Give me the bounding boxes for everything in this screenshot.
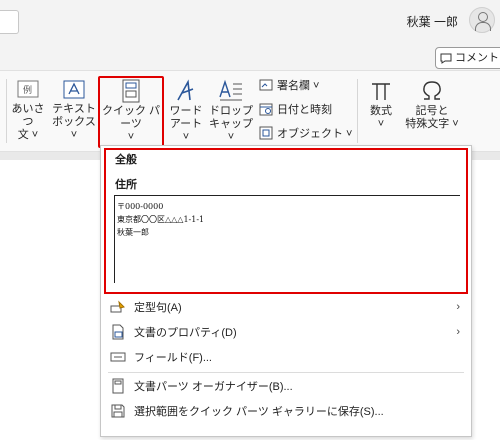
date-time-label: 日付と時刻 xyxy=(277,104,332,116)
search-box-edge[interactable] xyxy=(0,10,19,34)
ribbon-separator xyxy=(357,79,358,143)
symbol-button[interactable]: 記号と 特殊文字 ˅ xyxy=(402,79,462,131)
greeting-icon: 例 xyxy=(17,80,39,98)
equation-button[interactable]: 数式 ˅ xyxy=(364,79,398,131)
user-name[interactable]: 秋葉 一郎 xyxy=(407,13,458,30)
menu-separator xyxy=(108,372,464,373)
symbol-label-1: 記号と xyxy=(415,105,449,117)
field-icon xyxy=(110,352,126,362)
calendar-icon xyxy=(259,103,273,116)
preview-divider xyxy=(115,195,460,196)
equation-label-1: 数式 xyxy=(370,105,392,117)
menu-item-save-to-gallery[interactable]: 選択範囲をクイック パーツ ギャラリーに保存(S)... xyxy=(108,400,464,422)
menu-item-label: 定型句(A) xyxy=(134,302,182,314)
symbol-label-2: 特殊文字 ˅ xyxy=(405,118,459,130)
autotext-icon xyxy=(110,300,125,313)
textbox-icon xyxy=(63,80,85,99)
avatar[interactable] xyxy=(469,7,495,33)
greeting-label-1: あいさつ xyxy=(11,103,45,128)
document-property-icon xyxy=(112,324,124,340)
menu-item-autotext[interactable]: 定型句(A) › xyxy=(108,296,464,318)
quick-parts-highlight xyxy=(98,76,164,148)
comment-button[interactable]: コメント xyxy=(435,47,500,69)
menu-item-field[interactable]: フィールド(F)... xyxy=(108,346,464,368)
object-icon xyxy=(259,126,273,140)
signature-label: 署名欄 ˅ xyxy=(277,80,320,92)
textbox-label-2: ボックス ˅ xyxy=(52,116,96,141)
object-label: オブジェクト ˅ xyxy=(277,128,353,140)
menu-item-building-blocks[interactable]: 文書パーツ オーガナイザー(B)... xyxy=(108,375,464,397)
preview-line: 秋葉一郎 xyxy=(117,228,149,237)
chevron-right-icon: › xyxy=(456,326,460,338)
date-time-button[interactable]: 日付と時刻 xyxy=(259,101,332,117)
textbox-label-1: テキスト xyxy=(52,103,96,115)
drop-cap-label-2: キャップ ˅ xyxy=(209,118,253,143)
menu-item-label: 選択範囲をクイック パーツ ギャラリーに保存(S)... xyxy=(134,406,384,418)
wordart-label-2: アート ˅ xyxy=(169,118,203,143)
pi-icon xyxy=(372,83,390,100)
menu-item-document-property[interactable]: 文書のプロパティ(D) › xyxy=(108,321,464,343)
gallery-entry-title[interactable]: 住所 xyxy=(115,176,137,192)
wordart-button[interactable]: ワード アート ˅ xyxy=(166,79,206,144)
gallery-section-title: 全般 xyxy=(115,154,137,166)
drop-cap-icon xyxy=(219,79,242,101)
title-bar: 秋葉 一郎 xyxy=(0,0,500,40)
insert-ribbon: 例 あいさつ 文 ˅ テキスト ボックス ˅ クイック パーツ ˅ ワード アー… xyxy=(0,70,500,152)
comment-icon xyxy=(440,53,452,64)
ribbon-separator xyxy=(6,79,7,143)
preview-line: 〒000-0000 xyxy=(117,202,164,211)
signature-icon xyxy=(259,79,273,91)
building-blocks-icon xyxy=(112,378,124,394)
drop-cap-button[interactable]: ドロップ キャップ ˅ xyxy=(208,79,254,144)
signature-line-button[interactable]: 署名欄 ˅ xyxy=(259,77,319,93)
menu-item-label: フィールド(F)... xyxy=(134,352,212,364)
greeting-button[interactable]: 例 あいさつ 文 ˅ xyxy=(10,79,46,142)
wordart-icon xyxy=(177,79,194,101)
textbox-button[interactable]: テキスト ボックス ˅ xyxy=(50,79,98,142)
gallery-entry-preview[interactable]: 〒000-0000 東京都〇〇区△△△1-1-1 秋葉一郎 xyxy=(114,195,460,283)
save-icon xyxy=(111,404,125,418)
menu-item-label: 文書パーツ オーガナイザー(B)... xyxy=(134,381,293,393)
chevron-right-icon: › xyxy=(456,301,460,313)
drop-cap-label-1: ドロップ xyxy=(209,105,253,117)
wordart-label-1: ワード xyxy=(169,105,203,117)
equation-label-2: ˅ xyxy=(377,118,385,130)
greeting-icon-text: 例 xyxy=(23,84,32,95)
omega-icon xyxy=(423,81,441,100)
menu-item-label: 文書のプロパティ(D) xyxy=(134,327,237,339)
greeting-label-2: 文 ˅ xyxy=(17,129,39,141)
comment-label: コメント xyxy=(455,52,499,64)
preview-line: 東京都〇〇区△△△1-1-1 xyxy=(117,215,205,224)
object-button[interactable]: オブジェクト ˅ xyxy=(259,125,352,141)
